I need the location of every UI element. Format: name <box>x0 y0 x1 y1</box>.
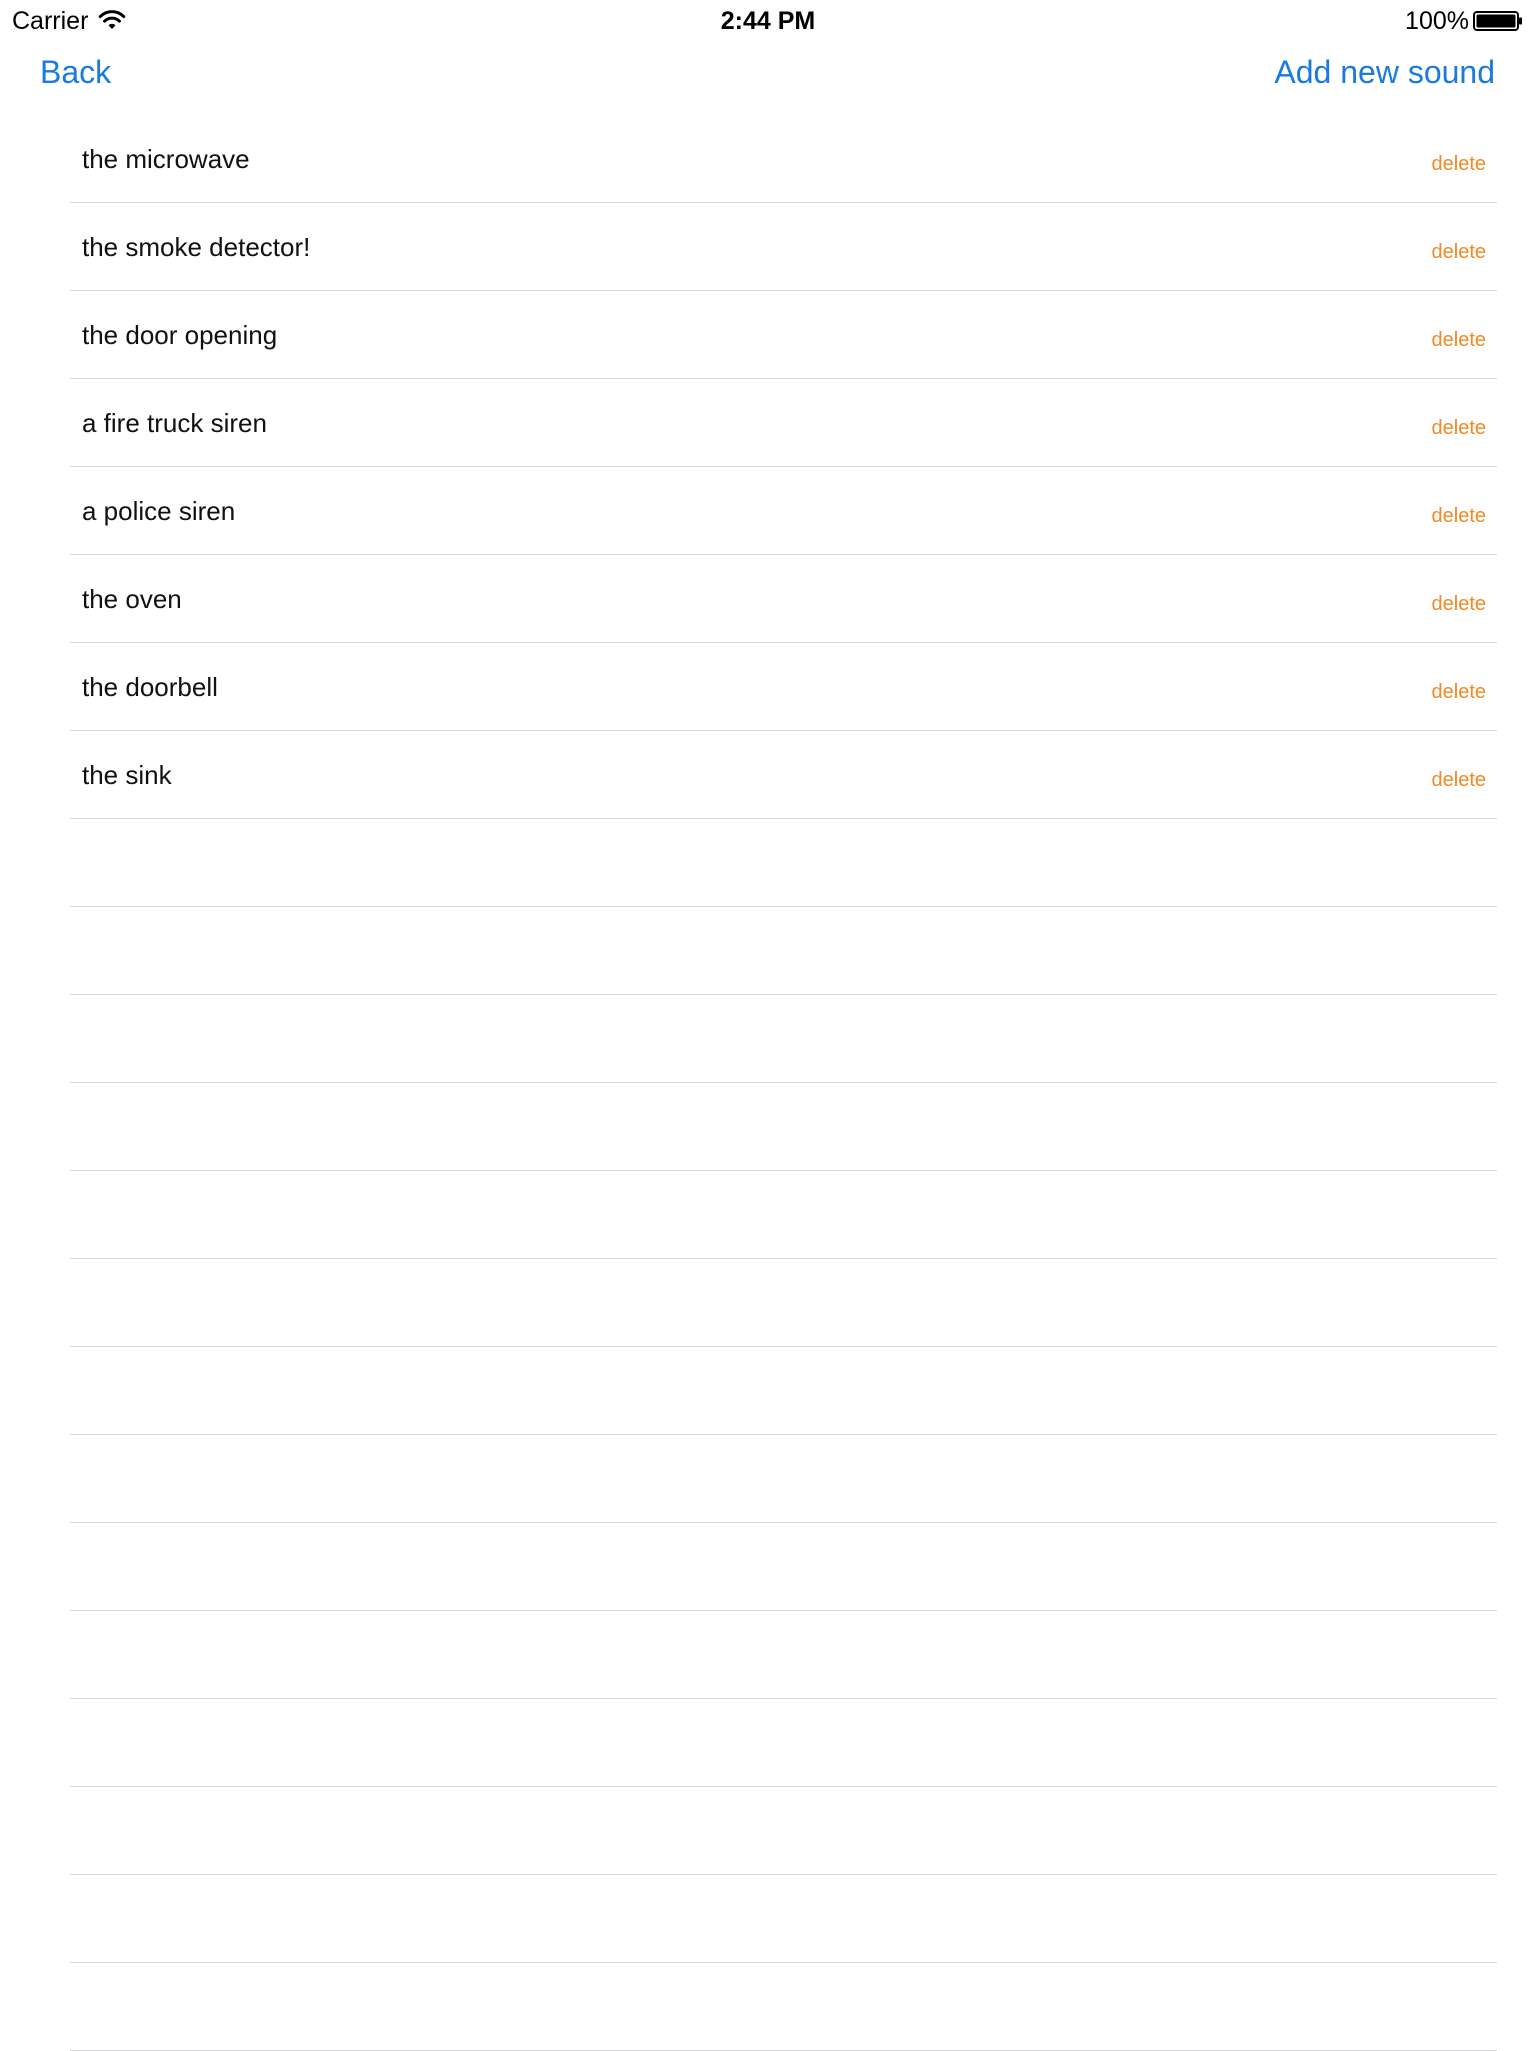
list-item[interactable]: a fire truck siren delete <box>70 379 1497 467</box>
empty-row <box>70 1171 1497 1259</box>
sound-label: the doorbell <box>82 672 218 702</box>
battery-full-icon <box>1473 11 1522 31</box>
status-bar: Carrier 2:44 PM 100% <box>0 0 1536 40</box>
sound-label: the oven <box>82 584 182 614</box>
empty-row <box>70 907 1497 995</box>
empty-row <box>70 1523 1497 1611</box>
delete-button[interactable]: delete <box>1432 768 1487 792</box>
list-item[interactable]: the smoke detector! delete <box>70 203 1497 291</box>
add-new-sound-button[interactable]: Add new sound <box>1274 52 1495 92</box>
empty-row <box>70 1259 1497 1347</box>
list-item[interactable]: a police siren delete <box>70 467 1497 555</box>
sound-label: the smoke detector! <box>82 232 311 262</box>
empty-row <box>70 1875 1497 1963</box>
empty-row <box>70 819 1497 907</box>
status-clock: 2:44 PM <box>720 7 816 35</box>
delete-button[interactable]: delete <box>1432 328 1487 352</box>
empty-row <box>70 1699 1497 1787</box>
empty-row <box>70 995 1497 1083</box>
list-item[interactable]: the oven delete <box>70 555 1497 643</box>
navigation-bar: Back Add new sound <box>0 40 1536 104</box>
battery-percentage: 100% <box>1405 7 1469 35</box>
empty-row <box>70 1787 1497 1875</box>
list-item[interactable]: the door opening delete <box>70 291 1497 379</box>
list-item[interactable]: the sink delete <box>70 731 1497 819</box>
empty-row <box>70 1963 1497 2051</box>
sound-list: the microwave delete the smoke detector!… <box>70 115 1497 2051</box>
list-item[interactable]: the doorbell delete <box>70 643 1497 731</box>
empty-row <box>70 1611 1497 1699</box>
delete-button[interactable]: delete <box>1432 240 1487 264</box>
delete-button[interactable]: delete <box>1432 416 1487 440</box>
empty-row <box>70 1435 1497 1523</box>
delete-button[interactable]: delete <box>1432 592 1487 616</box>
list-item[interactable]: the microwave delete <box>70 115 1497 203</box>
empty-row <box>70 1083 1497 1171</box>
delete-button[interactable]: delete <box>1432 504 1487 528</box>
delete-button[interactable]: delete <box>1432 680 1487 704</box>
sound-label: a police siren <box>82 496 236 526</box>
back-button[interactable]: Back <box>40 52 111 92</box>
sound-label: the sink <box>82 760 172 790</box>
empty-row <box>70 1347 1497 1435</box>
delete-button[interactable]: delete <box>1432 152 1487 176</box>
sound-label: the door opening <box>82 320 278 350</box>
sound-label: a fire truck siren <box>82 408 267 438</box>
sound-label: the microwave <box>82 144 250 174</box>
